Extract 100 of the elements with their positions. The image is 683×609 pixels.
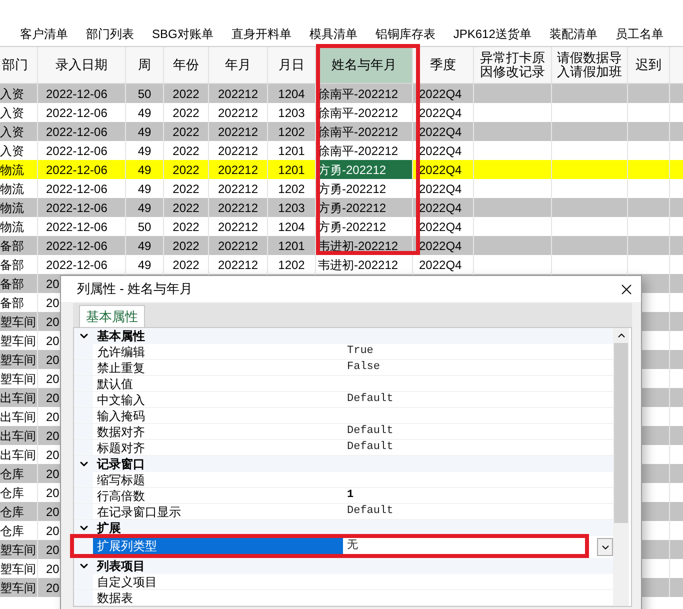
sheet-tab[interactable]: 模具清单 bbox=[309, 25, 358, 43]
property-value[interactable]: Default bbox=[347, 423, 394, 440]
sheet-tab[interactable]: SBG对账单 bbox=[152, 25, 214, 43]
table-cell-text: 塑车间 bbox=[0, 560, 36, 578]
table-cell-text: 2022-12-06 bbox=[46, 180, 108, 198]
table-cell-text: 1203 bbox=[278, 200, 305, 216]
sheet-tab[interactable]: 直身开料单 bbox=[231, 25, 292, 43]
property-value[interactable]: 1 bbox=[347, 487, 354, 504]
table-cell-text: 物流 bbox=[0, 200, 24, 216]
scrollbar-thumb[interactable] bbox=[614, 343, 628, 523]
table-cell-text: 2022 bbox=[172, 218, 200, 236]
table-cell-text: 20 bbox=[46, 314, 60, 330]
tab[interactable]: 基本属性 bbox=[79, 305, 145, 327]
table-cell-text: 2022Q4 bbox=[419, 180, 462, 198]
property-name[interactable]: 默认值 bbox=[93, 376, 343, 391]
table-cell-text: 20 bbox=[46, 332, 60, 350]
sheet-tab[interactable]: 铝铜库存表 bbox=[375, 25, 436, 43]
table-cell-text: 2022Q4 bbox=[419, 142, 462, 160]
category-label: 基本属性 bbox=[96, 328, 145, 345]
table-cell-text: 202212 bbox=[218, 86, 258, 102]
table-cell-text: 49 bbox=[138, 124, 152, 140]
table-cell-text: 仓库 bbox=[0, 504, 24, 520]
table-cell-text: 202212 bbox=[218, 180, 258, 198]
table-cell-text: 49 bbox=[138, 142, 152, 160]
table-cell-text: 仓库 bbox=[0, 466, 24, 482]
sheet-tab[interactable]: 装配清单 bbox=[549, 25, 598, 43]
property-name[interactable]: 允许编辑 bbox=[93, 344, 343, 359]
table-cell-text: 2022Q4 bbox=[419, 86, 462, 102]
table-cell-text: 2022Q4 bbox=[419, 104, 462, 122]
column-header[interactable]: 录入日期 bbox=[38, 47, 126, 83]
property-name[interactable]: 中文输入 bbox=[93, 392, 343, 407]
table-cell-text: 塑车间 bbox=[0, 370, 36, 388]
table-cell-text: 1201 bbox=[278, 162, 305, 178]
table-cell-text: 49 bbox=[138, 238, 152, 254]
property-name[interactable]: 行高倍数 bbox=[93, 488, 343, 503]
category-label: 扩展 bbox=[96, 520, 121, 537]
table-cell-text: 2022-12-06 bbox=[46, 238, 108, 254]
dropdown-button[interactable] bbox=[597, 538, 613, 556]
table-cell-text: 20 bbox=[46, 276, 60, 292]
table-cell-text: 出车间 bbox=[0, 428, 36, 444]
column-header[interactable]: 部门 bbox=[0, 47, 38, 83]
table-cell-text: 1203 bbox=[278, 104, 305, 122]
table-cell-text: 2022-12-06 bbox=[46, 200, 108, 216]
table-cell-text: 出车间 bbox=[0, 446, 36, 464]
row-gutter bbox=[74, 538, 93, 554]
table-cell-text: 1201 bbox=[278, 238, 305, 254]
column-header[interactable]: 年份 bbox=[164, 47, 209, 83]
table-cell-text: 2022 bbox=[172, 86, 200, 102]
table-cell-text: 202212 bbox=[218, 162, 258, 178]
column-header[interactable]: 异常打卡原因修改记录 bbox=[474, 47, 552, 83]
column-header[interactable]: 年月 bbox=[209, 47, 268, 83]
table-cell-text: 2022Q4 bbox=[419, 218, 462, 236]
property-name[interactable]: 数据表 bbox=[93, 590, 343, 605]
property-name[interactable]: 在记录窗口显示 bbox=[93, 504, 343, 519]
table-cell-text: 1204 bbox=[278, 218, 305, 236]
table-cell-text: 20 bbox=[46, 542, 60, 558]
table-cell-text: 2022Q4 bbox=[419, 238, 462, 254]
table-cell-text: 2022 bbox=[172, 124, 200, 140]
property-name[interactable]: 扩展列类型 bbox=[93, 538, 343, 554]
scrollbar[interactable] bbox=[613, 328, 629, 606]
table-cell-text: 49 bbox=[138, 162, 152, 178]
table-cell-text: 入资 bbox=[0, 104, 24, 122]
sheet-tab[interactable]: 员工名单 bbox=[615, 25, 664, 43]
table-cell-text: 2022-12-06 bbox=[46, 124, 108, 140]
sheet-tab[interactable]: JPK612送货单 bbox=[453, 25, 532, 43]
property-name[interactable]: 标题对齐 bbox=[93, 440, 343, 455]
property-value[interactable]: Default bbox=[347, 391, 394, 408]
table-cell-text: 2022Q4 bbox=[419, 200, 462, 216]
table-cell-text: 仓库 bbox=[0, 484, 24, 502]
table-cell-text: 1202 bbox=[278, 124, 305, 140]
column-header[interactable]: 周 bbox=[126, 47, 164, 83]
column-header[interactable]: 季度 bbox=[413, 47, 474, 83]
property-name[interactable]: 缩写标题 bbox=[93, 472, 343, 487]
table-cell-text: 塑车间 bbox=[0, 542, 36, 558]
property-value[interactable]: True bbox=[347, 343, 374, 360]
table-cell-text: 入资 bbox=[0, 86, 24, 102]
property-value[interactable]: 无 bbox=[347, 538, 358, 554]
table-cell-text: 20 bbox=[46, 294, 60, 312]
table-cell-text: 2022Q4 bbox=[419, 162, 462, 178]
column-header[interactable]: 请假数据导入请假加班 bbox=[552, 47, 628, 83]
column-header[interactable]: 月日 bbox=[268, 47, 316, 83]
property-name[interactable]: 数据对齐 bbox=[93, 424, 343, 439]
table-cell-text: 2022 bbox=[172, 256, 200, 274]
property-name[interactable]: 输入掩码 bbox=[93, 408, 343, 423]
property-name[interactable]: 自定义项目 bbox=[93, 574, 343, 589]
column-header[interactable]: 迟到 bbox=[628, 47, 670, 83]
table-cell-text: 20 bbox=[46, 370, 60, 388]
table-cell-text: 1202 bbox=[278, 256, 305, 274]
property-value[interactable]: False bbox=[347, 359, 380, 376]
table-cell-text: 备部 bbox=[0, 256, 24, 274]
table-cell-text: 2022 bbox=[172, 162, 200, 178]
property-name[interactable]: 禁止重复 bbox=[93, 360, 343, 375]
table-cell-text: 2022-12-06 bbox=[46, 142, 108, 160]
sheet-tab[interactable]: 部门列表 bbox=[86, 25, 134, 43]
window-title: 列属性 - 姓名与年月 bbox=[77, 280, 193, 298]
property-value[interactable]: Default bbox=[347, 439, 394, 456]
table-cell-text: 20 bbox=[46, 522, 60, 540]
sheet-tab[interactable]: 客户清单 bbox=[20, 25, 68, 43]
property-value[interactable]: Default bbox=[347, 503, 394, 520]
table-cell-text: 物流 bbox=[0, 162, 24, 178]
